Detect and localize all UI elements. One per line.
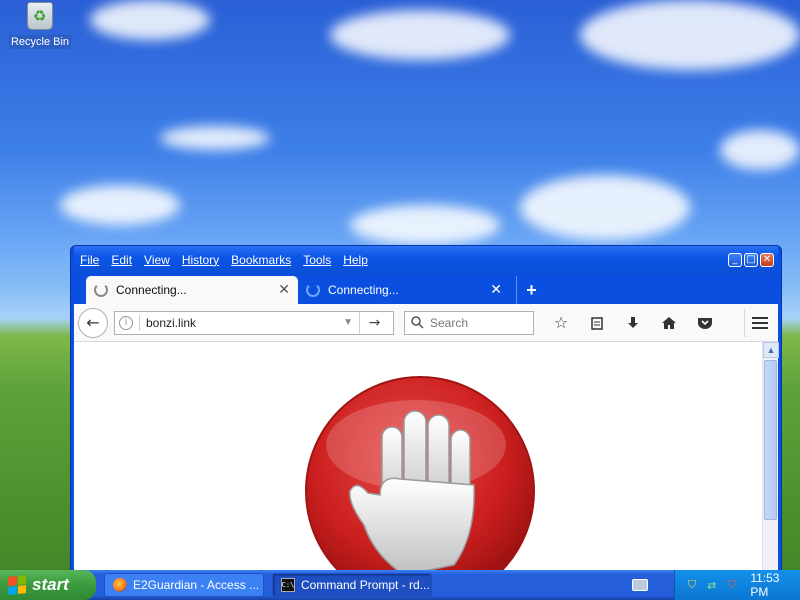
windows-logo-icon [8, 575, 26, 595]
scroll-thumb[interactable] [764, 360, 777, 520]
menu-help[interactable]: Help [343, 253, 368, 267]
loading-spinner-icon [306, 283, 320, 297]
menu-tools[interactable]: Tools [303, 253, 331, 267]
close-button[interactable]: ✕ [760, 253, 774, 267]
security-shield-icon[interactable]: ⛉ [685, 578, 699, 592]
reading-list-icon[interactable] [586, 312, 608, 334]
taskbar-item-label: Command Prompt - rd... [301, 578, 430, 592]
cloud [520, 175, 690, 240]
tab-close-icon[interactable]: ✕ [278, 282, 290, 298]
home-icon[interactable] [658, 312, 680, 334]
title-bar: File Edit View History Bookmarks Tools H… [74, 246, 778, 274]
system-tray: ⛉ ⇄ ⛉ 11:53 PM [674, 570, 800, 600]
new-tab-button[interactable]: + [516, 276, 546, 304]
taskbar-item-command-prompt[interactable]: C:\ Command Prompt - rd... [272, 573, 432, 597]
search-placeholder: Search [430, 315, 469, 330]
cloud [60, 185, 180, 225]
maximize-button[interactable]: □ [744, 253, 758, 267]
clock: 11:53 PM [750, 571, 780, 599]
search-input[interactable]: Search [404, 310, 534, 335]
cloud [90, 0, 210, 40]
url-bar[interactable]: i bonzi.link ▼ → [114, 310, 394, 335]
scroll-up-arrow-icon[interactable]: ▲ [763, 342, 779, 358]
hamburger-menu-icon[interactable] [744, 308, 774, 337]
browser-window: File Edit View History Bookmarks Tools H… [70, 245, 782, 575]
tab-strip: Connecting... ✕ Connecting... ✕ + [74, 274, 778, 304]
cloud [580, 0, 800, 70]
cloud [350, 205, 500, 245]
search-icon [411, 316, 424, 329]
menu-history[interactable]: History [182, 253, 219, 267]
info-icon[interactable]: i [119, 315, 133, 330]
tab-connecting-1[interactable]: Connecting... ✕ [86, 276, 298, 304]
menu-edit[interactable]: Edit [111, 253, 132, 267]
network-icon[interactable]: ⇄ [705, 578, 719, 592]
taskbar: start E2Guardian - Access ... C:\ Comman… [0, 570, 800, 600]
security-alert-icon[interactable]: ⛉ [725, 578, 739, 592]
start-button[interactable]: start [0, 570, 96, 600]
navigation-toolbar: ← i bonzi.link ▼ → Search ☆ [74, 304, 778, 342]
recycle-bin-icon [27, 2, 53, 30]
go-button[interactable]: → [359, 311, 389, 334]
keyboard-icon[interactable] [632, 579, 648, 591]
taskbar-item-e2guardian[interactable]: E2Guardian - Access ... [104, 573, 264, 597]
pocket-icon[interactable] [694, 312, 716, 334]
tab-title: Connecting... [116, 283, 187, 297]
cmd-icon: C:\ [281, 578, 295, 592]
toolbar-icons: ☆ [550, 312, 716, 334]
back-arrow-icon: ← [86, 313, 100, 332]
url-input[interactable]: bonzi.link [146, 316, 337, 330]
minimize-button[interactable]: _ [728, 253, 742, 267]
tab-close-icon[interactable]: ✕ [490, 282, 502, 298]
cloud [720, 130, 800, 170]
url-dropdown-icon[interactable]: ▼ [343, 317, 353, 328]
star-icon[interactable]: ☆ [550, 312, 572, 334]
menu-file[interactable]: File [80, 253, 99, 267]
desktop-icon-recycle-bin[interactable]: Recycle Bin [8, 2, 72, 49]
menu-view[interactable]: View [144, 253, 170, 267]
tab-connecting-2[interactable]: Connecting... ✕ [298, 276, 510, 304]
back-button[interactable]: ← [78, 307, 108, 338]
tab-title: Connecting... [328, 283, 399, 297]
menu-bookmarks[interactable]: Bookmarks [231, 253, 291, 267]
window-controls: _ □ ✕ [728, 253, 774, 267]
vertical-scrollbar[interactable]: ▲ [762, 342, 779, 574]
start-label: start [32, 575, 69, 594]
desktop-icon-label: Recycle Bin [8, 35, 72, 49]
url-divider [139, 314, 140, 331]
firefox-icon [113, 578, 127, 592]
taskbar-item-label: E2Guardian - Access ... [133, 578, 260, 592]
loading-spinner-icon [94, 283, 108, 297]
stop-hand-icon [305, 376, 535, 575]
page-content: ▲ [74, 342, 779, 575]
download-icon[interactable] [622, 312, 644, 334]
menu-bar: File Edit View History Bookmarks Tools H… [80, 253, 368, 267]
cloud [160, 126, 270, 150]
cloud [330, 10, 510, 60]
